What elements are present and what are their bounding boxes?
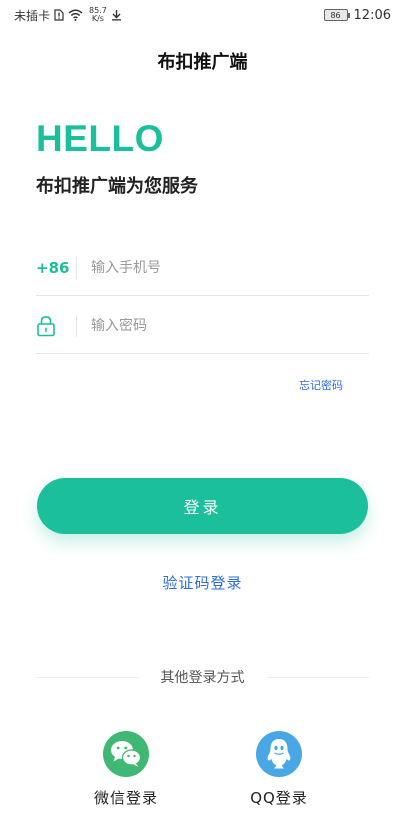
welcome-subtitle: 布扣推广端为您服务 (36, 176, 198, 197)
other-login-title: 其他登录方式 (160, 670, 245, 686)
clock: 12:06 (353, 7, 391, 23)
password-field (36, 298, 369, 354)
status-right: 86 12:06 (323, 7, 391, 23)
lock-icon-wrap (36, 315, 74, 337)
battery-level: 86 (330, 10, 341, 20)
country-code-prefix[interactable]: +86 (36, 259, 74, 277)
carrier-label: 未插卡 (14, 8, 51, 23)
status-left: 未插卡 85.7 K/s (14, 7, 122, 23)
other-login-divider: 其他登录方式 (36, 667, 369, 687)
network-speed: 85.7 K/s (89, 7, 107, 23)
forgot-password-link[interactable]: 忘记密码 (299, 377, 343, 393)
sim-alert-icon (54, 9, 64, 21)
download-icon (111, 10, 121, 21)
phone-input[interactable] (91, 259, 331, 276)
sms-code-login-link[interactable]: 验证码登录 (0, 572, 405, 593)
status-bar: 未插卡 85.7 K/s 86 12:06 (0, 0, 405, 30)
qq-login-label: QQ登录 (250, 789, 308, 807)
wechat-icon[interactable] (103, 731, 149, 777)
qq-icon[interactable] (256, 731, 302, 777)
qq-login-button[interactable]: QQ登录 (224, 731, 334, 808)
divider-line (36, 676, 139, 678)
login-button[interactable]: 登录 (37, 478, 368, 534)
field-divider (76, 256, 77, 279)
field-divider (76, 314, 77, 337)
phone-field: +86 (36, 240, 369, 296)
wechat-login-button[interactable]: 微信登录 (71, 731, 181, 808)
wechat-login-label: 微信登录 (93, 789, 158, 807)
wifi-icon (68, 9, 83, 21)
lock-icon (37, 315, 55, 336)
page-title: 布扣推广端 (157, 52, 248, 73)
password-input[interactable] (91, 317, 331, 334)
divider-line (266, 676, 369, 678)
speed-unit: K/s (91, 14, 104, 23)
battery-icon: 86 (323, 9, 350, 21)
hello-heading: HELLO (36, 118, 164, 159)
